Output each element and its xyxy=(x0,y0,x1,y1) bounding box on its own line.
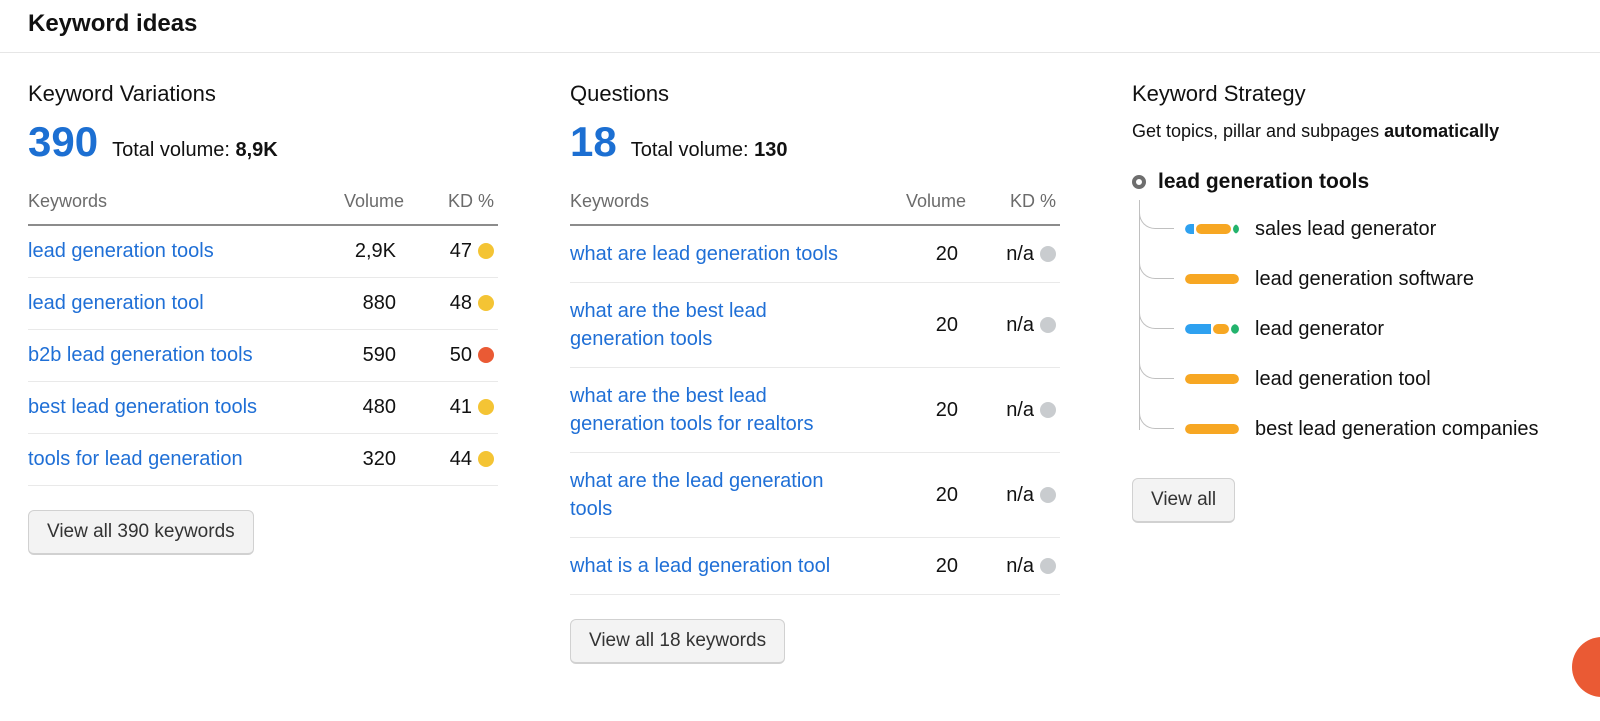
table-row: what are the lead generation tools 20n/a xyxy=(570,453,1060,538)
kd-value: 48 xyxy=(404,278,498,330)
col-keywords: Keywords xyxy=(28,191,304,225)
total-volume-label: Total volume: xyxy=(112,139,230,161)
total-volume-value: 130 xyxy=(754,139,787,161)
difficulty-dot-icon xyxy=(1040,487,1056,503)
segmented-bar-icon xyxy=(1185,224,1239,234)
variations-table: Keywords Volume KD % lead generation too… xyxy=(28,191,498,486)
keyword-strategy-card: Keyword Strategy Get topics, pillar and … xyxy=(1132,81,1592,523)
table-row: what are lead generation tools 20n/a xyxy=(570,225,1060,283)
col-kd: KD % xyxy=(404,191,498,225)
section-title: Keyword ideas xyxy=(0,0,1600,52)
strategy-item[interactable]: lead generator xyxy=(1139,304,1592,354)
volume-value: 20 xyxy=(866,368,966,453)
keyword-link[interactable]: best lead generation tools xyxy=(28,396,257,418)
volume-value: 20 xyxy=(866,225,966,283)
volume-value: 20 xyxy=(866,453,966,538)
table-row: lead generation tool 88048 xyxy=(28,278,498,330)
kd-value: n/a xyxy=(966,453,1060,538)
kd-value: 47 xyxy=(404,225,498,278)
keyword-link[interactable]: b2b lead generation tools xyxy=(28,344,253,366)
kd-value: 50 xyxy=(404,330,498,382)
volume-value: 480 xyxy=(304,382,404,434)
strategy-pillar: lead generation tools xyxy=(1132,170,1592,194)
col-keywords: Keywords xyxy=(570,191,866,225)
total-volume-value: 8,9K xyxy=(235,139,277,161)
questions-count: 18 xyxy=(570,121,617,163)
strategy-item-label: lead generation software xyxy=(1255,268,1474,291)
difficulty-dot-icon xyxy=(1040,402,1056,418)
difficulty-dot-icon xyxy=(1040,246,1056,262)
col-volume: Volume xyxy=(304,191,404,225)
volume-value: 20 xyxy=(866,538,966,595)
segmented-bar-icon xyxy=(1185,274,1239,284)
volume-value: 320 xyxy=(304,434,404,486)
difficulty-dot-icon xyxy=(1040,558,1056,574)
volume-value: 590 xyxy=(304,330,404,382)
table-row: what are the best lead generation tools … xyxy=(570,368,1060,453)
keyword-link[interactable]: what are lead generation tools xyxy=(570,243,838,265)
keyword-link[interactable]: tools for lead generation xyxy=(28,448,243,470)
segmented-bar-icon xyxy=(1185,374,1239,384)
strategy-item-label: lead generator xyxy=(1255,318,1384,341)
difficulty-dot-icon xyxy=(1040,317,1056,333)
table-row: b2b lead generation tools 59050 xyxy=(28,330,498,382)
strategy-item[interactable]: sales lead generator xyxy=(1139,204,1592,254)
strategy-item-label: lead generation tool xyxy=(1255,368,1431,391)
table-row: lead generation tools 2,9K47 xyxy=(28,225,498,278)
table-row: what are the best lead generation tools 2… xyxy=(570,283,1060,368)
strategy-item[interactable]: best lead generation companies xyxy=(1139,404,1592,454)
table-row: tools for lead generation 32044 xyxy=(28,434,498,486)
variations-count: 390 xyxy=(28,121,98,163)
card-title-strategy: Keyword Strategy xyxy=(1132,81,1592,107)
keyword-link[interactable]: what are the best lead generation tools xyxy=(570,300,767,350)
difficulty-dot-icon xyxy=(478,347,494,363)
questions-table: Keywords Volume KD % what are lead gener… xyxy=(570,191,1060,595)
strategy-item[interactable]: lead generation software xyxy=(1139,254,1592,304)
difficulty-dot-icon xyxy=(478,399,494,415)
strategy-item-label: sales lead generator xyxy=(1255,218,1436,241)
keyword-variations-card: Keyword Variations 390 Total volume: 8,9… xyxy=(28,81,498,555)
strategy-item[interactable]: lead generation tool xyxy=(1139,354,1592,404)
volume-value: 2,9K xyxy=(304,225,404,278)
kd-value: 44 xyxy=(404,434,498,486)
questions-card: Questions 18 Total volume: 130 Keywords … xyxy=(570,81,1060,664)
radio-icon xyxy=(1132,175,1146,189)
difficulty-dot-icon xyxy=(478,243,494,259)
kd-value: n/a xyxy=(966,283,1060,368)
keyword-link[interactable]: what are the best lead generation tools … xyxy=(570,385,813,435)
strategy-pillar-label: lead generation tools xyxy=(1158,170,1369,194)
questions-metric: 18 Total volume: 130 xyxy=(570,121,1060,163)
keyword-link[interactable]: lead generation tool xyxy=(28,292,204,314)
card-title-questions: Questions xyxy=(570,81,1060,107)
total-volume-label: Total volume: xyxy=(631,139,749,161)
card-title-variations: Keyword Variations xyxy=(28,81,498,107)
difficulty-dot-icon xyxy=(478,295,494,311)
col-volume: Volume xyxy=(866,191,966,225)
kd-value: n/a xyxy=(966,368,1060,453)
difficulty-dot-icon xyxy=(478,451,494,467)
table-row: what is a lead generation tool 20n/a xyxy=(570,538,1060,595)
variations-metric: 390 Total volume: 8,9K xyxy=(28,121,498,163)
kd-value: n/a xyxy=(966,225,1060,283)
view-all-questions-button[interactable]: View all 18 keywords xyxy=(570,619,785,664)
col-kd: KD % xyxy=(966,191,1060,225)
keyword-link[interactable]: lead generation tools xyxy=(28,240,214,262)
table-row: best lead generation tools 48041 xyxy=(28,382,498,434)
view-all-strategy-button[interactable]: View all xyxy=(1132,478,1235,523)
kd-value: n/a xyxy=(966,538,1060,595)
keyword-link[interactable]: what are the lead generation tools xyxy=(570,470,824,520)
view-all-variations-button[interactable]: View all 390 keywords xyxy=(28,510,254,555)
strategy-subtitle: Get topics, pillar and subpages automati… xyxy=(1132,121,1592,142)
strategy-item-label: best lead generation companies xyxy=(1255,418,1539,441)
volume-value: 880 xyxy=(304,278,404,330)
keyword-link[interactable]: what is a lead generation tool xyxy=(570,555,830,577)
kd-value: 41 xyxy=(404,382,498,434)
segmented-bar-icon xyxy=(1185,424,1239,434)
volume-value: 20 xyxy=(866,283,966,368)
segmented-bar-icon xyxy=(1185,324,1239,334)
